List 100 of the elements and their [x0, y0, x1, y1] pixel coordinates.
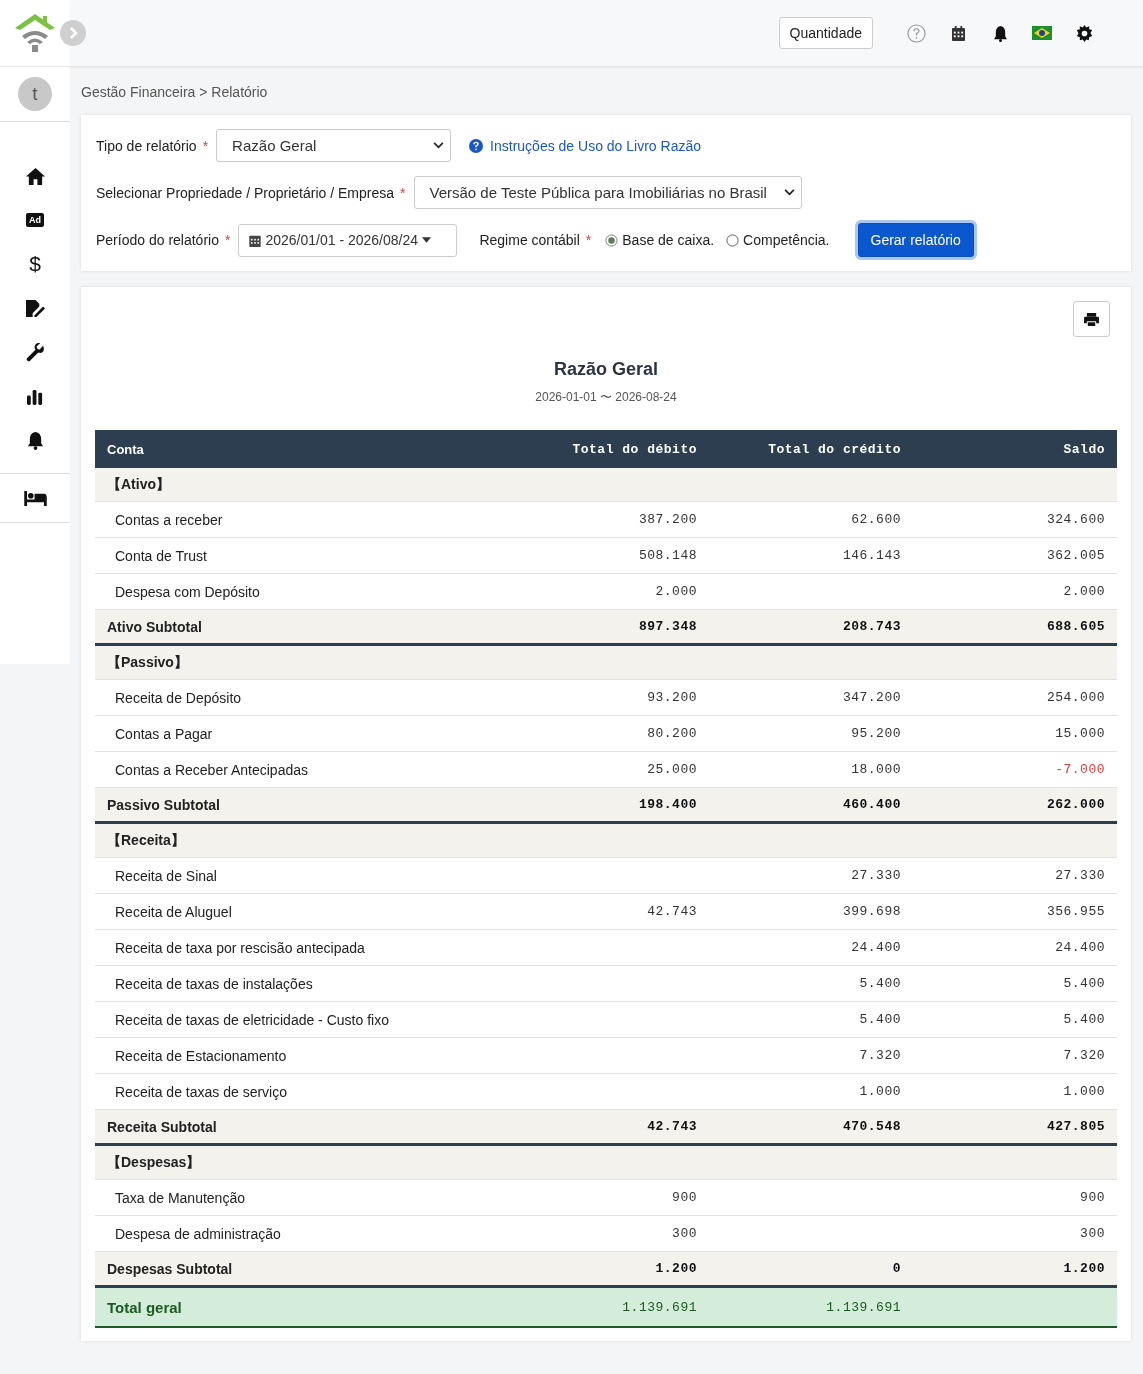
- wrench-icon[interactable]: [25, 342, 45, 362]
- column-header: Saldo: [1062, 441, 1106, 457]
- flag-icon[interactable]: [1032, 26, 1052, 40]
- generate-report-button[interactable]: Gerar relatório: [857, 223, 974, 257]
- table-cell-text: 399.698: [841, 904, 902, 919]
- ad-icon[interactable]: Ad: [26, 213, 44, 227]
- table-cell-text: 362.005: [1045, 548, 1106, 563]
- account-name: Despesa com Depósito: [114, 583, 261, 600]
- account-name: Receita de taxas de eletricidade - Custo fixo: [114, 1011, 390, 1028]
- table-cell-text: 62.600: [850, 512, 902, 527]
- section-title: 【Receita】: [106, 831, 186, 850]
- radio-option[interactable]: Competência.: [726, 232, 830, 248]
- required-mark: *: [224, 232, 231, 248]
- table-cell-text: 470.548: [841, 1119, 902, 1134]
- table-cell-text: 95.200: [850, 726, 902, 741]
- table-cell-text: 24.400: [850, 940, 902, 955]
- calendar-icon: [249, 233, 262, 247]
- help-icon[interactable]: [906, 23, 926, 43]
- bell-icon[interactable]: [992, 24, 1008, 42]
- table-cell-text: 5.400: [1062, 976, 1106, 991]
- logo-icon: [15, 14, 55, 52]
- total-label: Total geral: [106, 1298, 183, 1316]
- breadcrumb: Gestão Financeira > Relatório: [80, 83, 269, 102]
- column-header: Conta: [106, 441, 145, 457]
- table-cell-text: 18.000: [850, 762, 902, 777]
- chevron-down-icon: [783, 189, 795, 196]
- table-cell-text: 356.955: [1045, 904, 1106, 919]
- field-label: Período do relatório: [96, 232, 219, 248]
- account-name: Receita de Aluguel: [114, 903, 233, 920]
- table-cell-text: 5.400: [858, 1012, 902, 1027]
- bell-icon[interactable]: [26, 430, 44, 450]
- column-header: Total do débito: [571, 441, 698, 457]
- user-avatar[interactable]: t: [18, 77, 52, 111]
- radio-icon[interactable]: [726, 233, 740, 247]
- table-cell-text: 347.200: [841, 690, 902, 705]
- bed-icon[interactable]: [23, 490, 47, 506]
- table-cell-text: 42.743: [646, 904, 698, 919]
- account-name: Receita de Sinal: [114, 867, 218, 884]
- table-cell-text: 15.000: [1054, 726, 1106, 741]
- subtotal-label: Passivo Subtotal: [106, 796, 221, 813]
- table-cell-text: 93.200: [646, 690, 698, 705]
- account-name: Contas a Pagar: [114, 725, 214, 742]
- account-name: Receita de Depósito: [114, 689, 243, 706]
- radio-icon[interactable]: [605, 233, 619, 247]
- table-cell-text: 7.320: [1062, 1048, 1106, 1063]
- quantity-button[interactable]: Quantidade: [778, 17, 873, 49]
- table-cell-text: 262.000: [1045, 797, 1106, 812]
- table-cell-text: 1.000: [1062, 1084, 1106, 1099]
- table-cell-text: 27.330: [1054, 868, 1106, 883]
- table-cell-text: 208.743: [841, 619, 902, 634]
- table-cell-text: 508.148: [637, 548, 698, 563]
- select-field[interactable]: Versão de Teste Pública para Imobiliárias no Brasil: [413, 176, 802, 209]
- field-label: Regime contábil: [479, 232, 580, 248]
- required-mark: *: [400, 184, 406, 201]
- dollar-icon[interactable]: $: [29, 252, 41, 276]
- table-cell-text: 427.805: [1045, 1119, 1106, 1134]
- account-name: Despesa de administração: [114, 1225, 282, 1242]
- table-cell-text: 300: [1079, 1226, 1106, 1241]
- account-name: Receita de taxas de instalações: [114, 975, 314, 992]
- table-cell-text: 254.000: [1045, 690, 1106, 705]
- bar-chart-icon[interactable]: [26, 387, 44, 405]
- table-cell-text: 300: [671, 1226, 698, 1241]
- table-cell-text: 897.348: [637, 619, 698, 634]
- table-cell-text: 460.400: [841, 797, 902, 812]
- table-cell-text: -7.000: [1054, 762, 1106, 777]
- document-edit-icon[interactable]: [24, 298, 46, 318]
- table-cell-text: 1.139.691: [621, 1299, 698, 1315]
- caret-down-icon: [422, 237, 431, 243]
- subtotal-label: Despesas Subtotal: [106, 1260, 234, 1277]
- table-cell-text: 1.200: [654, 1261, 698, 1276]
- help-link[interactable]: Instruções de Uso do Livro Razão: [469, 137, 701, 154]
- date-range-field[interactable]: 2026/01/01 - 2026/08/24: [238, 223, 458, 257]
- home-icon[interactable]: [24, 166, 46, 186]
- help-icon: [469, 138, 484, 153]
- field-label: Tipo de relatório: [96, 137, 197, 154]
- table-cell-text: 324.600: [1045, 512, 1106, 527]
- account-name: Receita de Estacionamento: [114, 1047, 288, 1064]
- table-cell-text: 900: [671, 1190, 698, 1205]
- table-cell-text: 2.000: [1062, 584, 1106, 599]
- table-cell-text: 688.605: [1045, 619, 1106, 634]
- table-cell-text: 2.000: [654, 584, 698, 599]
- table-cell-text: 0: [891, 1261, 902, 1276]
- column-header: Total do crédito: [767, 441, 902, 457]
- account-name: Taxa de Manutenção: [114, 1189, 246, 1206]
- calendar-icon[interactable]: [951, 25, 965, 41]
- settings-icon[interactable]: [1075, 24, 1093, 42]
- radio-option[interactable]: Base de caixa.: [605, 232, 715, 248]
- required-mark: *: [585, 232, 592, 248]
- table-cell-text: 80.200: [646, 726, 698, 741]
- account-name: Contas a Receber Antecipadas: [114, 761, 309, 778]
- table-cell-text: 198.400: [637, 797, 698, 812]
- required-mark: *: [202, 137, 209, 154]
- table-cell-text: 900: [1079, 1190, 1106, 1205]
- select-field[interactable]: Razão Geral: [216, 129, 452, 162]
- table-cell-text: 5.400: [858, 976, 902, 991]
- account-name: Conta de Trust: [114, 547, 208, 564]
- table-cell-text: 1.139.691: [825, 1299, 902, 1315]
- field-label: Selecionar Propriedade / Proprietário / Empresa: [96, 184, 395, 201]
- subtotal-label: Ativo Subtotal: [106, 618, 203, 635]
- table-cell-text: 5.400: [1062, 1012, 1106, 1027]
